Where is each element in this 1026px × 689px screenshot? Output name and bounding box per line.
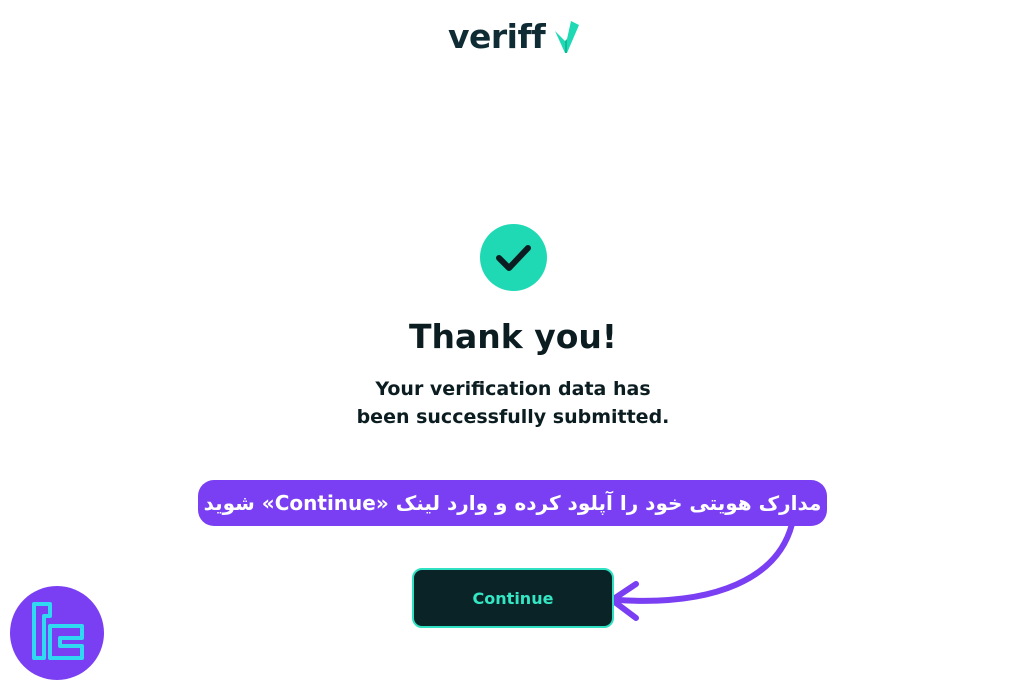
annotation-text: مدارک هویتی خود را آپلود کرده و وارد لین… — [203, 491, 822, 515]
verification-complete-screen: veriff Thank you! Your verification data… — [0, 0, 1026, 689]
logo-wordmark: veriff — [448, 17, 546, 56]
success-message: Your verification data has been successf… — [313, 375, 713, 431]
curved-arrow-icon — [609, 521, 795, 621]
check-circle-icon — [480, 224, 547, 291]
annotation-banner: مدارک هویتی خود را آپلود کرده و وارد لین… — [198, 480, 827, 526]
tradingfinder-logo-icon — [10, 586, 104, 680]
veriff-v-mark-icon — [553, 19, 581, 55]
veriff-logo: veriff — [448, 16, 581, 58]
page-title: Thank you! — [409, 317, 617, 356]
success-message-line-2: been successfully submitted. — [356, 406, 670, 428]
success-message-line-1: Your verification data has — [375, 378, 651, 400]
continue-button[interactable]: Continue — [412, 568, 614, 628]
